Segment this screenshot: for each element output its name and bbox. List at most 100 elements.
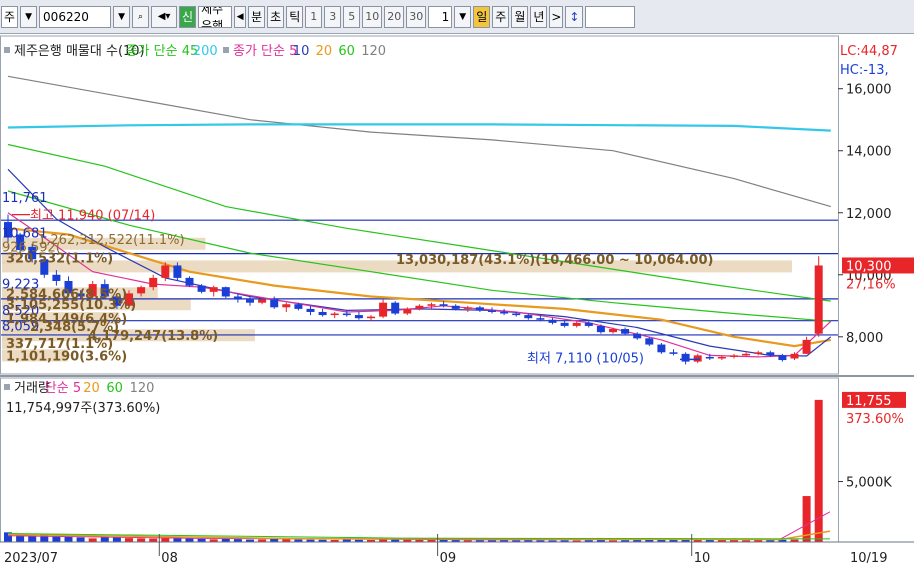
volume-y-tick-label: 5,000K	[846, 476, 892, 491]
candle-down	[512, 313, 521, 316]
week-button[interactable]: 주	[492, 5, 510, 28]
minute-button[interactable]: 분	[248, 5, 266, 28]
candle-down	[233, 296, 242, 300]
y-tick-label: 14,000	[846, 145, 892, 160]
candle-up	[790, 353, 799, 359]
candle-up	[802, 339, 811, 354]
candle-down	[669, 352, 678, 354]
extra-input[interactable]	[585, 5, 636, 28]
y-tick-label: 16,000	[846, 83, 892, 98]
volume-legend-entry: 60	[106, 381, 123, 396]
candle-down	[657, 344, 666, 353]
candle-down	[246, 299, 254, 303]
candle-up	[149, 277, 158, 288]
search-icon[interactable]: ⌕	[132, 5, 150, 28]
tick-button[interactable]: 틱	[286, 5, 304, 28]
legend-entry: 20	[316, 44, 333, 59]
day-button[interactable]: 일	[473, 5, 491, 28]
sort-arrows-icon[interactable]: ↕	[565, 5, 584, 28]
low-price-label: 최저 7,110 (10/05)	[527, 351, 644, 366]
stock-code-input[interactable]: 006220	[39, 5, 112, 28]
new-button[interactable]: 신	[179, 5, 197, 28]
candle-down	[306, 308, 315, 312]
last-volume-label: 11,755	[846, 394, 892, 409]
high-price-label: 최고 11,940 (07/14)	[30, 209, 155, 224]
candle-down	[52, 274, 61, 281]
volume-bar	[112, 537, 121, 542]
candle-down	[185, 277, 194, 286]
interval-20-button[interactable]: 20	[384, 5, 405, 28]
prev-arrow-icon[interactable]: ◀	[234, 5, 247, 28]
speaker-icon[interactable]: ◀▾	[151, 5, 178, 28]
market-select[interactable]: 주	[1, 5, 19, 28]
volume-bar	[28, 535, 37, 542]
y-tick-label: 8,000	[846, 331, 883, 346]
legend-marker	[4, 47, 10, 53]
candle-down	[342, 313, 351, 316]
candle-down	[645, 338, 654, 345]
candle-down	[536, 318, 545, 320]
x-tick-label: 2023/07	[4, 551, 58, 566]
legend-entry: 120	[361, 44, 386, 59]
candle-down	[475, 307, 484, 311]
candle-down	[197, 285, 206, 292]
candle-up	[258, 299, 267, 303]
price-level-label: 11,761	[2, 191, 48, 206]
candle-down	[778, 355, 787, 361]
current-change-label: 27,16%	[846, 277, 896, 292]
interval-30-button[interactable]: 30	[406, 5, 427, 28]
candle-down	[500, 311, 509, 314]
month-button[interactable]: 월	[511, 5, 529, 28]
count-input[interactable]: 1	[428, 5, 453, 28]
year-button[interactable]: 년	[530, 5, 548, 28]
second-button[interactable]: 초	[267, 5, 285, 28]
market-dropdown-chevron-icon[interactable]: ▼	[20, 5, 38, 28]
interval-3-button[interactable]: 3	[324, 5, 342, 28]
y-tick-label: 12,000	[846, 207, 892, 222]
legend-marker	[4, 384, 10, 390]
interval-1-button[interactable]: 1	[305, 5, 323, 28]
volume-bar	[137, 538, 146, 542]
count-dropdown-chevron-icon[interactable]: ▼	[454, 5, 472, 28]
candle-up	[161, 265, 170, 278]
x-tick-label: 08	[161, 551, 178, 566]
candle-up	[814, 265, 823, 334]
interval-5-button[interactable]: 5	[343, 5, 361, 28]
candle-down	[548, 319, 557, 323]
candle-up	[367, 316, 375, 319]
volume-panel: 거래량단순 5 20 60 12011,754,997주(373.60%)	[4, 381, 831, 542]
candle-up	[137, 287, 146, 294]
volume-profile-label: 1,984,149(6.4%)	[6, 312, 127, 327]
candle-down	[524, 315, 533, 319]
legend-entry: 60	[338, 44, 355, 59]
candle-up	[717, 356, 726, 359]
candle-down	[584, 322, 593, 326]
candle-up	[754, 352, 763, 354]
volume-bar	[100, 536, 109, 542]
new-label: 신	[182, 10, 194, 24]
lc-label: LC:44,87	[840, 44, 898, 59]
candle-down	[705, 356, 714, 359]
candle-down	[596, 325, 605, 333]
max-volume-band-label: 13,030,187(43.1%)(10,466.00 ~ 10,064.00)	[396, 253, 713, 268]
candle-down	[633, 333, 642, 339]
volume-legend-entry: 120	[130, 381, 155, 396]
volume-bar	[149, 538, 158, 542]
candle-up	[427, 304, 436, 306]
x-tick-label: 09	[440, 551, 457, 566]
next-arrow-icon[interactable]: >	[549, 5, 564, 28]
candle-up	[379, 302, 388, 317]
candle-down	[294, 304, 303, 309]
hc-label: HC:-13,	[840, 63, 889, 78]
candle-up	[330, 313, 339, 316]
code-dropdown-chevron-icon[interactable]: ▼	[113, 5, 131, 28]
candle-up	[282, 304, 291, 308]
candle-down	[488, 310, 496, 312]
candle-up	[742, 353, 751, 356]
candle-up	[463, 307, 472, 309]
candle-down	[621, 329, 630, 334]
price-level-label: 1,262,312,522(11.1%)	[38, 233, 185, 248]
volume-profile-label: 320,532(1.1%)	[6, 252, 113, 267]
volume-profile-label: 2,584,606(8.5%)	[6, 287, 127, 302]
interval-10-button[interactable]: 10	[362, 5, 383, 28]
